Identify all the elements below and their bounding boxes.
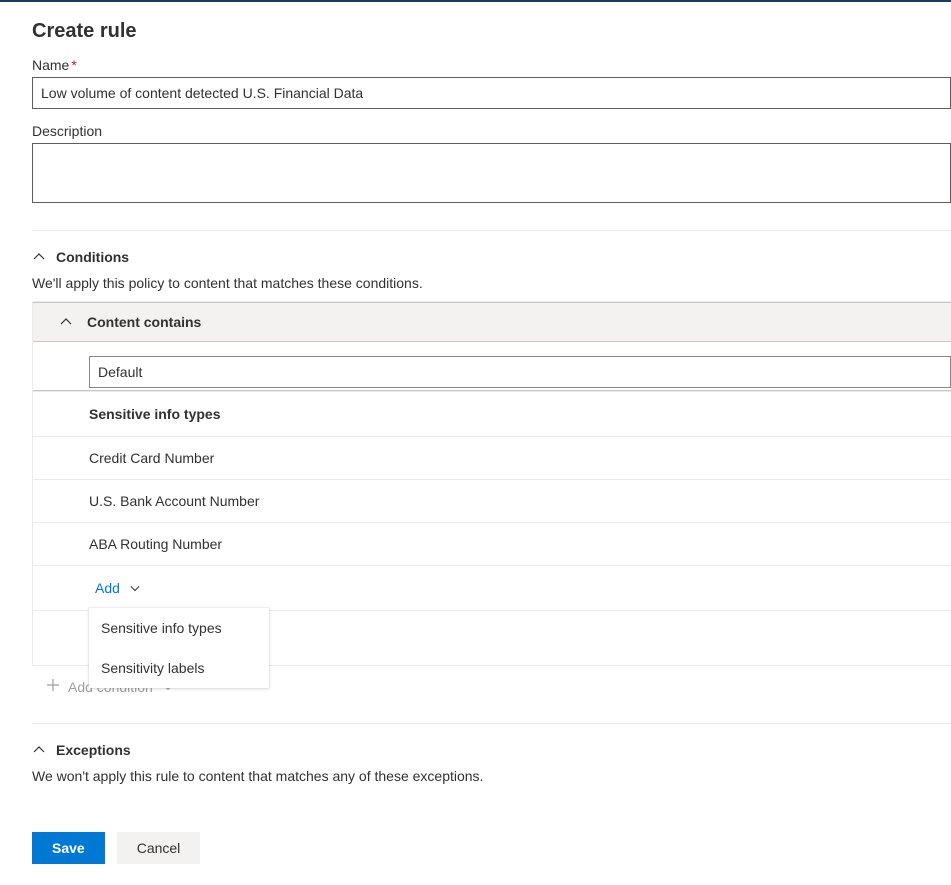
description-label: Description bbox=[32, 123, 951, 139]
sensitive-info-row[interactable]: U.S. Bank Account Number bbox=[33, 480, 951, 523]
conditions-block: Content contains Sensitive info types Cr… bbox=[32, 301, 951, 666]
add-sit-dropdown: Sensitive info types Sensitivity labels bbox=[89, 608, 269, 688]
sensitive-info-block: Sensitive info types Credit Card Number … bbox=[33, 391, 951, 665]
conditions-header-text: Conditions bbox=[56, 249, 129, 265]
chevron-up-icon bbox=[32, 250, 46, 264]
chevron-up-icon bbox=[59, 315, 73, 329]
plus-icon bbox=[46, 678, 60, 695]
conditions-header[interactable]: Conditions bbox=[32, 249, 951, 265]
chevron-up-icon bbox=[32, 743, 46, 757]
name-input[interactable] bbox=[32, 77, 951, 109]
conditions-subtext: We'll apply this policy to content that … bbox=[32, 275, 951, 291]
add-sit-row: Add Sensitive info types Sensitivity lab… bbox=[33, 566, 951, 611]
sensitive-info-header: Sensitive info types bbox=[33, 392, 951, 437]
save-button[interactable]: Save bbox=[32, 832, 105, 864]
exceptions-header[interactable]: Exceptions bbox=[32, 742, 951, 758]
dropdown-item-sensitive-info-types[interactable]: Sensitive info types bbox=[89, 608, 269, 648]
create-rule-panel: Create rule Name* Description Conditions… bbox=[0, 2, 951, 876]
sensitive-info-row[interactable]: Credit Card Number bbox=[33, 437, 951, 480]
footer-actions: Save Cancel bbox=[32, 820, 951, 876]
group-name-input[interactable] bbox=[89, 356, 951, 388]
content-contains-header[interactable]: Content contains bbox=[33, 302, 951, 342]
field-name: Name* bbox=[32, 57, 951, 109]
divider bbox=[32, 230, 951, 231]
description-input[interactable] bbox=[32, 143, 951, 203]
add-sit-label: Add bbox=[95, 580, 120, 596]
field-description: Description bbox=[32, 123, 951, 206]
page-title: Create rule bbox=[32, 20, 951, 43]
chevron-down-icon bbox=[128, 581, 142, 595]
name-label: Name* bbox=[32, 57, 951, 73]
content-contains-label: Content contains bbox=[87, 314, 201, 330]
exceptions-header-text: Exceptions bbox=[56, 742, 131, 758]
cancel-button[interactable]: Cancel bbox=[117, 832, 201, 864]
exceptions-subtext: We won't apply this rule to content that… bbox=[32, 768, 951, 784]
sensitive-info-row[interactable]: ABA Routing Number bbox=[33, 523, 951, 566]
name-label-text: Name bbox=[32, 57, 69, 73]
content-contains-body bbox=[33, 342, 951, 388]
dropdown-item-sensitivity-labels[interactable]: Sensitivity labels bbox=[89, 648, 269, 688]
divider bbox=[32, 723, 951, 724]
required-asterisk: * bbox=[71, 57, 76, 73]
add-sit-button[interactable]: Add bbox=[95, 580, 142, 596]
